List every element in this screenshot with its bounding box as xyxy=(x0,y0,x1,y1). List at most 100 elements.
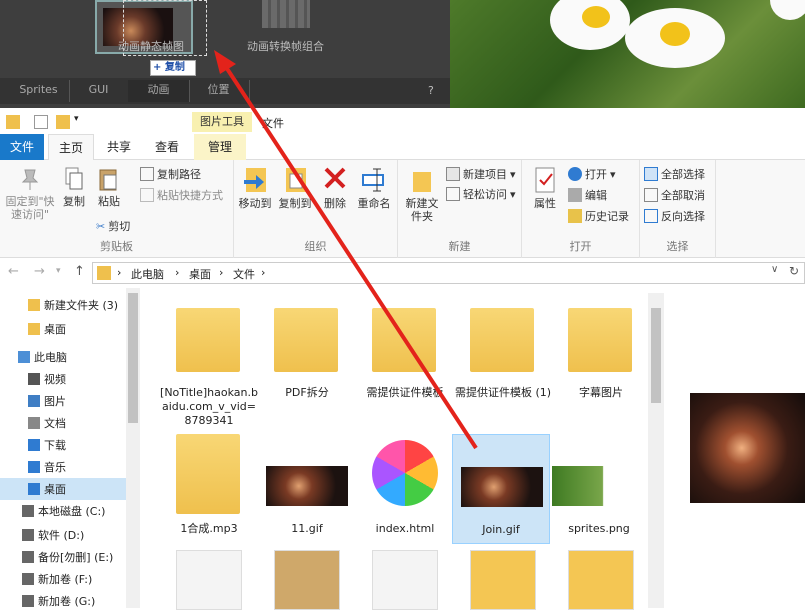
select-none-button[interactable]: 全部取消 xyxy=(644,187,705,203)
sidebar-item[interactable]: 下载 xyxy=(0,434,126,456)
file-item-partial[interactable] xyxy=(470,550,536,610)
back-icon[interactable]: ← xyxy=(8,264,19,279)
folder-icon xyxy=(97,266,111,280)
quick-access-toolbar: ▾ 图片工具 文件 xyxy=(0,108,805,134)
file-item[interactable]: index.html xyxy=(356,434,454,544)
rename-button[interactable]: 重命名 xyxy=(354,166,394,210)
new-group: 新建文件夹 新建项目 ▾ 轻松访问 ▾ 新建 xyxy=(398,160,522,258)
file-item[interactable]: 需提供证件模板 xyxy=(356,296,454,424)
breadcrumb-desktop[interactable]: 桌面 xyxy=(189,266,211,282)
tab-manage[interactable]: 管理 xyxy=(194,134,246,160)
breadcrumb-files[interactable]: 文件 xyxy=(233,266,255,282)
tab-position[interactable]: 位置 xyxy=(188,80,250,102)
sidebar-item[interactable]: 软件 (D:) xyxy=(0,524,126,546)
sidebar-item[interactable]: 新建文件夹 (3) xyxy=(0,294,126,316)
paste-shortcut-button[interactable]: 粘贴快捷方式 xyxy=(140,187,223,203)
sidebar-item-label: 桌面 xyxy=(44,323,66,336)
easy-access-button[interactable]: 轻松访问 ▾ xyxy=(446,186,516,202)
sidebar-item[interactable]: 音乐 xyxy=(0,456,126,478)
address-box[interactable]: › 此电脑 › 桌面 › 文件 › ∨ ↻ xyxy=(92,262,805,284)
forward-icon[interactable]: → xyxy=(34,264,45,279)
file-item-partial[interactable] xyxy=(568,550,634,610)
copy-to-button[interactable]: 复制到 xyxy=(276,166,314,210)
properties-icon[interactable] xyxy=(34,115,48,129)
open-group: 属性 打开 ▾ 编辑 历史记录 打开 xyxy=(522,160,640,258)
sidebar-item-label: 视频 xyxy=(44,373,66,386)
sidebar-item[interactable]: 本地磁盘 (C:) xyxy=(0,500,126,522)
tab-share[interactable]: 共享 xyxy=(98,134,140,160)
file-item-partial[interactable] xyxy=(176,550,242,610)
file-item[interactable]: 1合成.mp3 xyxy=(160,434,258,544)
sidebar-scroll-thumb[interactable] xyxy=(128,293,138,423)
chevron-down-icon[interactable]: ▾ xyxy=(74,114,79,124)
preview-pane-image xyxy=(690,393,805,503)
invert-selection-label: 反向选择 xyxy=(661,210,705,223)
file-name: 11.gif xyxy=(291,522,323,535)
file-explorer-window: ▾ 图片工具 文件 文件 主页 共享 查看 管理 固定到"快速访问" 复制 粘贴… xyxy=(0,108,805,610)
file-item[interactable]: PDF拆分 xyxy=(258,296,356,424)
sidebar-item[interactable]: 桌面 xyxy=(0,478,126,500)
tab-gui[interactable]: GUI xyxy=(68,80,130,102)
up-icon[interactable]: ↑ xyxy=(74,264,85,279)
file-item[interactable]: 字幕图片 xyxy=(552,296,650,424)
file-item-partial[interactable] xyxy=(274,550,340,610)
file-name: 需提供证件模板 (1) xyxy=(454,386,552,399)
recent-locations-icon[interactable]: ▾ xyxy=(56,266,61,276)
tab-file[interactable]: 文件 xyxy=(0,134,44,160)
file-name: 字幕图片 xyxy=(579,386,623,399)
file-item[interactable]: [NoTitle]haokan.baidu.com_v_vid=8789341 xyxy=(160,296,258,427)
folder-icon xyxy=(28,299,40,311)
cut-button[interactable]: ✂ 剪切 xyxy=(96,218,130,234)
select-all-icon xyxy=(644,167,658,181)
move-to-button[interactable]: 移动到 xyxy=(236,166,274,210)
select-all-button[interactable]: 全部选择 xyxy=(644,166,705,182)
copy-button[interactable]: 复制 xyxy=(58,166,90,208)
tab-sprites[interactable]: Sprites xyxy=(8,80,70,102)
breadcrumb-this-pc[interactable]: 此电脑 xyxy=(131,266,164,282)
picture-tools-label: 图片工具 xyxy=(192,112,252,132)
select-none-label: 全部取消 xyxy=(661,189,705,202)
gif-thumbnail-icon xyxy=(461,467,543,507)
new-item-button[interactable]: 新建项目 ▾ xyxy=(446,166,516,182)
edit-button[interactable]: 编辑 xyxy=(568,187,607,203)
easy-access-label: 轻松访问 xyxy=(463,188,507,201)
refresh-icon[interactable]: ↻ xyxy=(789,264,799,278)
file-item-partial[interactable] xyxy=(372,550,438,610)
sidebar-item[interactable]: 桌面 xyxy=(0,318,126,340)
sidebar-item[interactable]: 此电脑 xyxy=(0,346,126,368)
chevron-down-icon[interactable]: ∨ xyxy=(771,264,778,275)
paste-button[interactable]: 粘贴 xyxy=(92,166,126,208)
file-item[interactable]: 需提供证件模板 (1) xyxy=(454,296,552,424)
copy-path-button[interactable]: 复制路径 xyxy=(140,166,201,182)
frame-combo-thumbnail[interactable] xyxy=(262,0,310,28)
sidebar-item[interactable]: 文档 xyxy=(0,412,126,434)
history-button[interactable]: 历史记录 xyxy=(568,208,629,224)
copy-label: 复制 xyxy=(63,195,85,208)
ribbon-tabs: 文件 主页 共享 查看 管理 xyxy=(0,134,805,160)
new-folder-icon xyxy=(413,172,431,192)
tab-home[interactable]: 主页 xyxy=(48,134,94,160)
folder-icon xyxy=(274,308,338,372)
new-folder-button[interactable]: 新建文件夹 xyxy=(402,166,442,223)
tab-view[interactable]: 查看 xyxy=(144,134,190,160)
folder-icon xyxy=(176,308,240,372)
sidebar-item[interactable]: 新加卷 (G:) xyxy=(0,590,126,612)
sidebar-item[interactable]: 图片 xyxy=(0,390,126,412)
new-folder-icon[interactable] xyxy=(56,115,70,129)
invert-selection-button[interactable]: 反向选择 xyxy=(644,208,705,224)
open-button[interactable]: 打开 ▾ xyxy=(568,166,616,182)
file-item[interactable]: sprites.png xyxy=(550,434,648,544)
file-item[interactable]: Join.gif xyxy=(452,434,550,544)
help-icon[interactable]: ? xyxy=(428,84,434,97)
properties-button[interactable]: 属性 xyxy=(528,166,562,210)
content-scroll-thumb[interactable] xyxy=(651,308,661,403)
sidebar-item[interactable]: 视频 xyxy=(0,368,126,390)
sidebar-item[interactable]: 备份[勿删] (E:) xyxy=(0,546,126,568)
folder-icon xyxy=(6,115,20,129)
file-item[interactable]: 11.gif xyxy=(258,434,356,544)
delete-button[interactable]: 删除 xyxy=(318,166,352,210)
pin-quick-access-button[interactable]: 固定到"快速访问" xyxy=(2,166,58,221)
sidebar-item[interactable]: 新加卷 (F:) xyxy=(0,568,126,590)
open-icon xyxy=(568,167,582,181)
tab-animation[interactable]: 动画 xyxy=(128,80,190,102)
